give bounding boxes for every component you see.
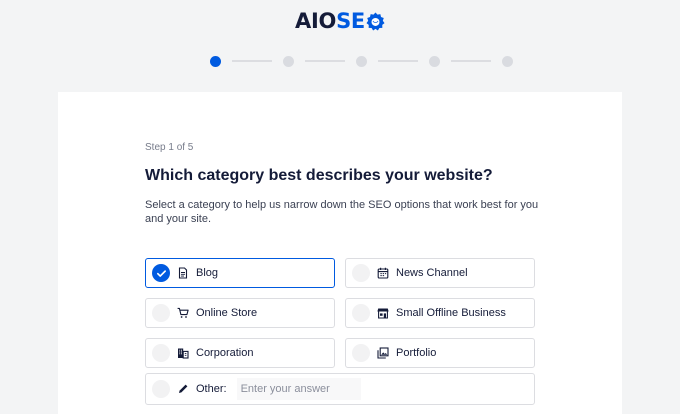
other-answer-input[interactable] [236,378,361,400]
cart-icon [177,307,189,318]
category-option-label: Corporation [196,347,254,359]
store-icon [377,308,389,319]
radio-circle [152,344,170,362]
step-dot-2 [283,55,294,67]
step-dot-3 [356,55,367,67]
setup-wizard-card: Step 1 of 5 Which category best describe… [58,92,622,414]
pencil-icon [179,384,188,393]
category-option-small-offline-business[interactable]: Small Offline Business [345,298,535,328]
category-option-portfolio[interactable]: Portfolio [345,338,535,368]
checkmark-icon [152,264,170,282]
document-icon [178,267,188,279]
step-connector [378,60,418,62]
progress-stepper [210,55,513,67]
step-connector [232,60,272,62]
category-option-news-channel[interactable]: News Channel [345,258,535,288]
category-option-label: Blog [196,267,219,279]
radio-circle [152,304,170,322]
step-dot-1 [210,55,221,67]
page-title: Which category best describes your websi… [145,167,493,184]
logo-text-aio: AIO [295,9,337,33]
aioseo-logo: AIO SE [0,8,680,34]
gallery-icon [377,347,389,359]
building-icon [178,348,189,359]
category-option-online-store[interactable]: Online Store [145,298,335,328]
step-dot-5 [502,55,513,67]
category-option-corporation[interactable]: Corporation [145,338,335,368]
radio-circle [352,344,370,362]
radio-circle [352,304,370,322]
category-option-blog[interactable]: Blog [145,258,335,288]
step-label: Step 1 of 5 [145,142,194,153]
radio-circle [152,380,170,398]
page-description: Select a category to help us narrow down… [145,199,539,225]
step-dot-4 [429,55,440,67]
category-option-label: Small Offline Business [396,307,506,319]
category-option-label: News Channel [396,267,468,279]
category-option-other[interactable]: Other: [145,373,535,405]
calendar-icon [377,267,389,279]
category-option-label: Portfolio [396,347,437,359]
step-connector [451,60,491,62]
category-option-label: Online Store [196,307,258,319]
step-connector [305,60,345,62]
radio-circle [352,264,370,282]
gear-icon [366,11,385,31]
other-label: Other: [196,383,227,395]
logo-text-se: SE [336,9,365,33]
